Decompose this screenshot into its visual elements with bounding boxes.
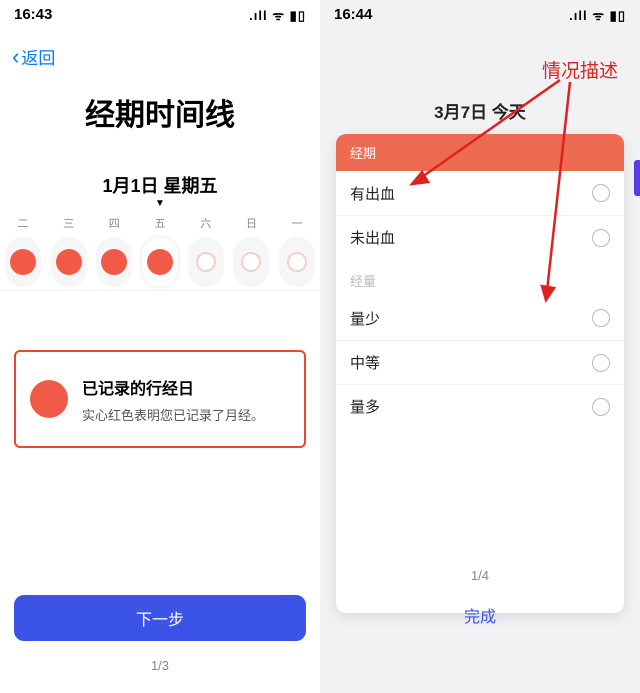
section-flow-options: 量少中等量多	[336, 296, 624, 428]
day-cell[interactable]: 三	[46, 215, 92, 287]
day-cell[interactable]: 一	[274, 215, 320, 287]
option-label: 量多	[350, 396, 380, 417]
option-label: 未出血	[350, 227, 395, 248]
pager-left: 1/3	[0, 658, 320, 673]
section-header-period: 经期	[336, 134, 624, 171]
section-period-options: 有出血未出血	[336, 171, 624, 259]
status-time: 16:44	[334, 6, 372, 23]
option-label: 有出血	[350, 183, 395, 204]
page-title: 经期时间线	[0, 90, 320, 134]
status-bar: 16:43 .ıll ᯤ ▮▯	[0, 0, 320, 34]
radio-icon	[592, 309, 610, 327]
back-button[interactable]: ‹ 返回	[12, 44, 55, 69]
day-dot-container	[233, 237, 269, 287]
input-sheet: 经期 有出血未出血 经量 量少中等量多	[336, 134, 624, 613]
option-row[interactable]: 未出血	[336, 215, 624, 259]
current-day-pointer-icon: ▼	[155, 198, 165, 209]
day-dot-container	[51, 237, 87, 287]
pager-right: 1/4	[320, 568, 640, 583]
option-row[interactable]: 量少	[336, 296, 624, 340]
empty-dot-icon	[287, 252, 307, 272]
day-cell[interactable]: 二	[0, 215, 46, 287]
day-cell[interactable]: 日	[229, 215, 275, 287]
day-label: 一	[274, 215, 320, 231]
option-label: 量少	[350, 308, 380, 329]
period-dot-icon	[10, 249, 36, 275]
day-label: 二	[0, 215, 46, 231]
option-row[interactable]: 有出血	[336, 171, 624, 215]
info-desc: 实心红色表明您已记录了月经。	[82, 405, 264, 424]
done-label: 完成	[464, 603, 496, 627]
day-dot-container	[188, 237, 224, 287]
day-label: 五	[137, 215, 183, 231]
day-label: 六	[183, 215, 229, 231]
info-title: 已记录的行经日	[82, 375, 264, 399]
nav-bar: ‹ 返回	[0, 34, 320, 76]
day-dot-container	[279, 237, 315, 287]
status-icons: .ıll ᯤ ▮▯	[569, 6, 626, 24]
date-header: 3月7日 今天	[320, 98, 640, 123]
back-label: 返回	[21, 44, 55, 69]
day-label: 日	[229, 215, 275, 231]
annotation-label: 情况描述	[542, 56, 618, 83]
radio-icon	[592, 354, 610, 372]
left-screenshot: 16:43 .ıll ᯤ ▮▯ ‹ 返回 经期时间线 1月1日 星期五 ▼ 二三…	[0, 0, 320, 693]
option-row[interactable]: 中等	[336, 340, 624, 384]
day-cell[interactable]: 四	[91, 215, 137, 287]
day-label: 三	[46, 215, 92, 231]
day-dot-container	[5, 237, 41, 287]
day-label: 四	[91, 215, 137, 231]
info-text: 已记录的行经日 实心红色表明您已记录了月经。	[82, 375, 264, 424]
radio-icon	[592, 229, 610, 247]
period-dot-icon	[101, 249, 127, 275]
background-sliver	[634, 160, 640, 196]
info-card: 已记录的行经日 实心红色表明您已记录了月经。	[14, 350, 306, 448]
section-header-flow: 经量	[336, 259, 624, 296]
right-screenshot: 16:44 .ıll ᯤ ▮▯ 情况描述 3月7日 今天 经期 有出血未出血 经…	[320, 0, 640, 693]
day-cell[interactable]: 五	[137, 215, 183, 287]
status-icons: .ıll ᯤ ▮▯	[249, 6, 306, 24]
next-label: 下一步	[136, 606, 184, 630]
radio-icon	[592, 184, 610, 202]
empty-dot-icon	[196, 252, 216, 272]
empty-dot-icon	[241, 252, 261, 272]
radio-icon	[592, 398, 610, 416]
chevron-left-icon: ‹	[12, 50, 19, 64]
divider	[0, 290, 320, 291]
day-dot-container	[142, 237, 178, 287]
status-time: 16:43	[14, 6, 52, 23]
option-row[interactable]: 量多	[336, 384, 624, 428]
status-bar: 16:44 .ıll ᯤ ▮▯	[320, 0, 640, 34]
date-header: 1月1日 星期五	[0, 172, 320, 198]
done-button[interactable]: 完成	[342, 595, 618, 635]
days-strip[interactable]: 二三四五六日一	[0, 212, 320, 290]
next-button[interactable]: 下一步	[14, 595, 306, 641]
day-dot-container	[96, 237, 132, 287]
day-cell[interactable]: 六	[183, 215, 229, 287]
period-dot-icon	[30, 380, 68, 418]
option-label: 中等	[350, 352, 380, 373]
period-dot-icon	[56, 249, 82, 275]
period-dot-icon	[147, 249, 173, 275]
